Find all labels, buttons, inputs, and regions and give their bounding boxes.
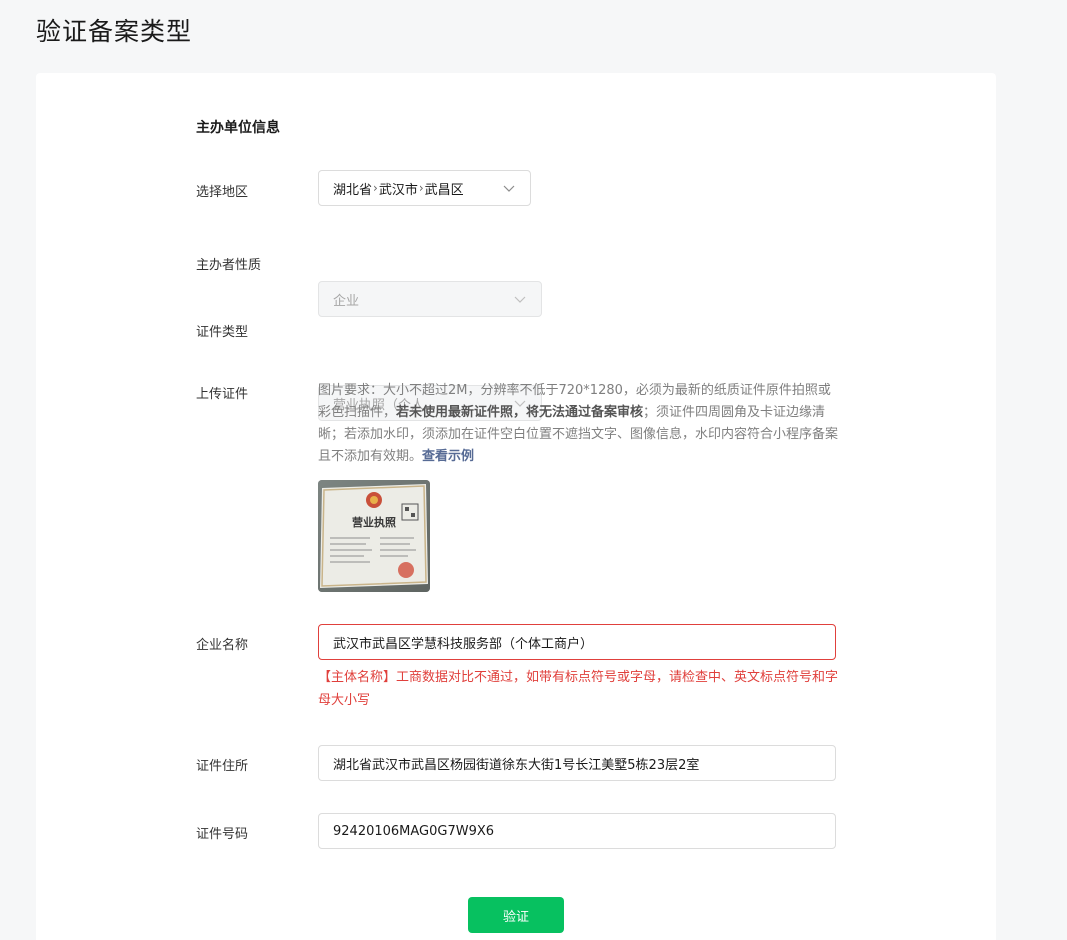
organizer-nature-select[interactable]: 企业 xyxy=(318,281,542,317)
upload-hint: 图片要求：大小不超过2M，分辨率不低于720*1280，必须为最新的纸质证件原件… xyxy=(318,380,838,468)
region-label: 选择地区 xyxy=(196,185,249,200)
license-title: 营业执照 xyxy=(352,515,396,529)
company-name-label: 企业名称 xyxy=(196,638,249,653)
hint-warning: 若未使用最新证件照，将无法通过备案审核 xyxy=(396,405,644,420)
organizer-nature-label: 主办者性质 xyxy=(196,258,262,273)
region-select[interactable]: 湖北省 › 武汉市 › 武昌区 xyxy=(318,170,531,206)
license-image: 营业执照 xyxy=(318,480,430,592)
upload-label: 上传证件 xyxy=(196,387,249,402)
company-name-input[interactable] xyxy=(318,624,836,660)
form-card: 主办单位信息 选择地区 湖北省 › 武汉市 › 武昌区 主办者性质 企业 证件类… xyxy=(36,73,996,940)
page-title: 验证备案类型 xyxy=(36,17,193,46)
address-input[interactable] xyxy=(318,745,836,781)
chevron-right-icon: › xyxy=(373,181,378,195)
chevron-right-icon: › xyxy=(418,181,424,195)
organizer-nature-value: 企业 xyxy=(333,293,360,309)
license-thumbnail[interactable]: 营业执照 xyxy=(318,480,430,592)
address-label: 证件住所 xyxy=(196,759,249,774)
certificate-type-label: 证件类型 xyxy=(196,325,249,340)
company-name-error: 【主体名称】工商数据对比不通过，如带有标点符号或字母，请检查中、英文标点符号和字… xyxy=(318,670,839,708)
section-title: 主办单位信息 xyxy=(196,120,280,136)
chevron-down-icon xyxy=(503,185,515,192)
chevron-down-icon xyxy=(514,296,526,303)
view-example-link[interactable]: 查看示例 xyxy=(422,449,474,464)
certificate-number-label: 证件号码 xyxy=(196,827,249,842)
region-city: 武汉市 xyxy=(378,182,418,198)
verify-button[interactable]: 验证 xyxy=(468,897,564,933)
certificate-number-input[interactable] xyxy=(318,813,836,849)
region-district: 武昌区 xyxy=(424,182,464,198)
region-province: 湖北省 xyxy=(333,182,373,198)
